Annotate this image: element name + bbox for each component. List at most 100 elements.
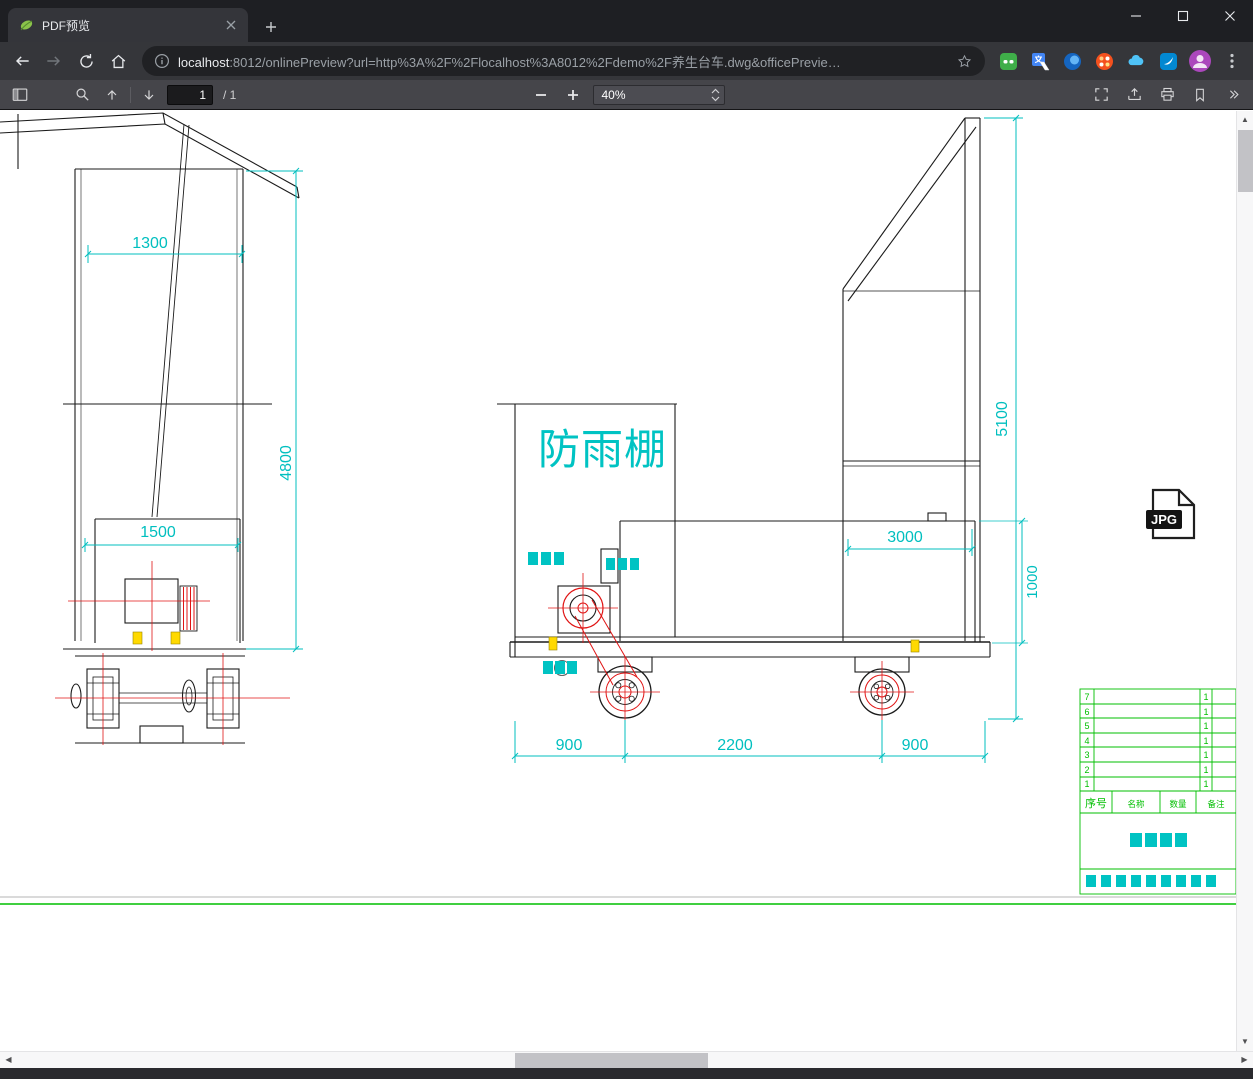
svg-text:5: 5 <box>1084 721 1089 731</box>
close-window-button[interactable] <box>1206 0 1253 32</box>
title-block-cyan-text-marks <box>1086 833 1216 887</box>
blue-app-icon[interactable] <box>1155 48 1181 74</box>
print-button[interactable] <box>1155 83 1179 107</box>
url-host: localhost <box>178 54 230 70</box>
page-count-label: / 1 <box>223 87 237 102</box>
header-xuhao: 序号 <box>1085 796 1107 810</box>
search-button[interactable] <box>70 83 94 107</box>
side-view-structure <box>497 117 991 719</box>
dim-1000: 1000 <box>1024 565 1041 598</box>
svg-text:1: 1 <box>1203 692 1208 702</box>
browser-tab[interactable]: PDF预览 <box>8 8 248 42</box>
header-beizhu: 备注 <box>1207 799 1225 809</box>
dim-4800: 4800 <box>278 445 295 481</box>
header-mingcheng: 名称 <box>1127 799 1145 809</box>
title-block <box>1079 688 1236 895</box>
page-down-button[interactable] <box>137 83 161 107</box>
zoom-select[interactable]: 40% <box>592 84 725 105</box>
window-controls <box>1112 0 1253 32</box>
scroll-left-arrow[interactable]: ◀ <box>0 1052 17 1068</box>
new-tab-button[interactable] <box>258 14 284 40</box>
tab-close-icon[interactable] <box>222 16 240 34</box>
pdf-toolbar-right <box>1089 83 1245 107</box>
browser-toolbar: localhost:8012/onlinePreview?url=http%3A… <box>0 42 1253 80</box>
page-up-button[interactable] <box>100 83 124 107</box>
home-button[interactable] <box>104 47 132 75</box>
svg-text:1: 1 <box>1203 765 1208 775</box>
zoom-spinner-icon <box>711 88 720 102</box>
side-view-yellow-marks <box>548 636 920 653</box>
title-block-text: 7 6 5 4 3 2 1 1 1 1 1 1 1 1 序号 名称 数量 备注 <box>1084 692 1225 810</box>
scroll-down-arrow[interactable]: ▼ <box>1237 1034 1253 1050</box>
blue-circle-icon[interactable] <box>1059 48 1085 74</box>
dim-1500: 1500 <box>140 524 176 541</box>
profile-avatar[interactable] <box>1187 48 1213 74</box>
svg-text:3: 3 <box>1084 750 1089 760</box>
back-button[interactable] <box>8 47 36 75</box>
zoom-out-button[interactable] <box>529 83 553 107</box>
zoom-value: 40% <box>601 87 626 102</box>
left-view-yellow-marks <box>132 631 181 645</box>
cad-drawing: 1300 4800 1500 防雨棚 5100 3000 1000 900 22… <box>0 112 1236 905</box>
tampermonkey-icon[interactable] <box>995 48 1021 74</box>
pdf-toolbar-center: 40% <box>529 83 725 107</box>
extensions-area <box>995 48 1245 74</box>
zoom-in-button[interactable] <box>561 83 585 107</box>
maximize-button[interactable] <box>1159 0 1206 32</box>
colorful-grid-icon[interactable] <box>1091 48 1117 74</box>
tab-title: PDF预览 <box>42 18 91 33</box>
horizontal-scrollbar[interactable]: ◀ ▶ <box>0 1051 1253 1068</box>
reload-button[interactable] <box>72 47 100 75</box>
minimize-button[interactable] <box>1112 0 1159 32</box>
bookmark-star-icon[interactable] <box>956 53 973 70</box>
leaf-favicon-icon <box>18 17 34 33</box>
pdf-toolbar-left: / 1 <box>0 83 236 107</box>
pdf-toolbar: / 1 40% <box>0 80 1253 110</box>
svg-text:1: 1 <box>1203 721 1208 731</box>
translate-icon[interactable] <box>1027 48 1053 74</box>
svg-text:4: 4 <box>1084 736 1089 746</box>
cloud-icon[interactable] <box>1123 48 1149 74</box>
vertical-scroll-thumb[interactable] <box>1238 130 1253 192</box>
svg-text:1: 1 <box>1084 779 1089 789</box>
svg-text:1: 1 <box>1203 736 1208 746</box>
jpg-label: JPG <box>1151 512 1177 527</box>
dim-3000: 3000 <box>887 529 923 546</box>
dim-2200: 2200 <box>717 737 753 754</box>
toolbar-separator <box>130 86 131 103</box>
svg-text:6: 6 <box>1084 707 1089 717</box>
sidebar-toggle-button[interactable] <box>8 83 32 107</box>
presentation-mode-button[interactable] <box>1089 83 1113 107</box>
page-number-input[interactable] <box>167 84 213 105</box>
bookmark-button[interactable] <box>1188 83 1212 107</box>
open-file-button[interactable] <box>1122 83 1146 107</box>
vertical-scrollbar[interactable]: ▲ ▼ <box>1236 111 1253 1051</box>
svg-text:1: 1 <box>1203 707 1208 717</box>
svg-text:1: 1 <box>1203 779 1208 789</box>
titlebar: PDF预览 <box>0 0 1253 42</box>
svg-text:7: 7 <box>1084 692 1089 702</box>
url-text: localhost:8012/onlinePreview?url=http%3A… <box>178 52 948 71</box>
more-tools-button[interactable] <box>1221 83 1245 107</box>
dim-900-left: 900 <box>556 737 583 754</box>
horizontal-scroll-thumb[interactable] <box>515 1053 708 1068</box>
scroll-right-arrow[interactable]: ▶ <box>1236 1052 1253 1068</box>
header-shuliang: 数量 <box>1169 799 1187 809</box>
dim-1300: 1300 <box>132 235 168 252</box>
menu-dots-icon[interactable] <box>1219 48 1245 74</box>
jpg-file-icon: JPG <box>1146 488 1196 540</box>
svg-text:2: 2 <box>1084 765 1089 775</box>
rain-shelter-label: 防雨棚 <box>538 426 667 473</box>
forward-button[interactable] <box>40 47 68 75</box>
address-bar[interactable]: localhost:8012/onlinePreview?url=http%3A… <box>142 46 985 76</box>
window-bottom-strip <box>0 1068 1253 1079</box>
browser-window: PDF预览 localhost:8012/onlinePreview?url=h… <box>0 0 1253 1079</box>
dim-900-right: 900 <box>902 737 929 754</box>
side-view-red-lines <box>548 573 914 727</box>
left-view-red-lines <box>55 561 290 745</box>
pdf-page-content: 1300 4800 1500 防雨棚 5100 3000 1000 900 22… <box>0 111 1253 1051</box>
svg-text:1: 1 <box>1203 750 1208 760</box>
info-icon[interactable] <box>154 53 170 69</box>
scroll-up-arrow[interactable]: ▲ <box>1237 112 1253 128</box>
url-path: :8012/onlinePreview?url=http%3A%2F%2Floc… <box>229 54 841 70</box>
